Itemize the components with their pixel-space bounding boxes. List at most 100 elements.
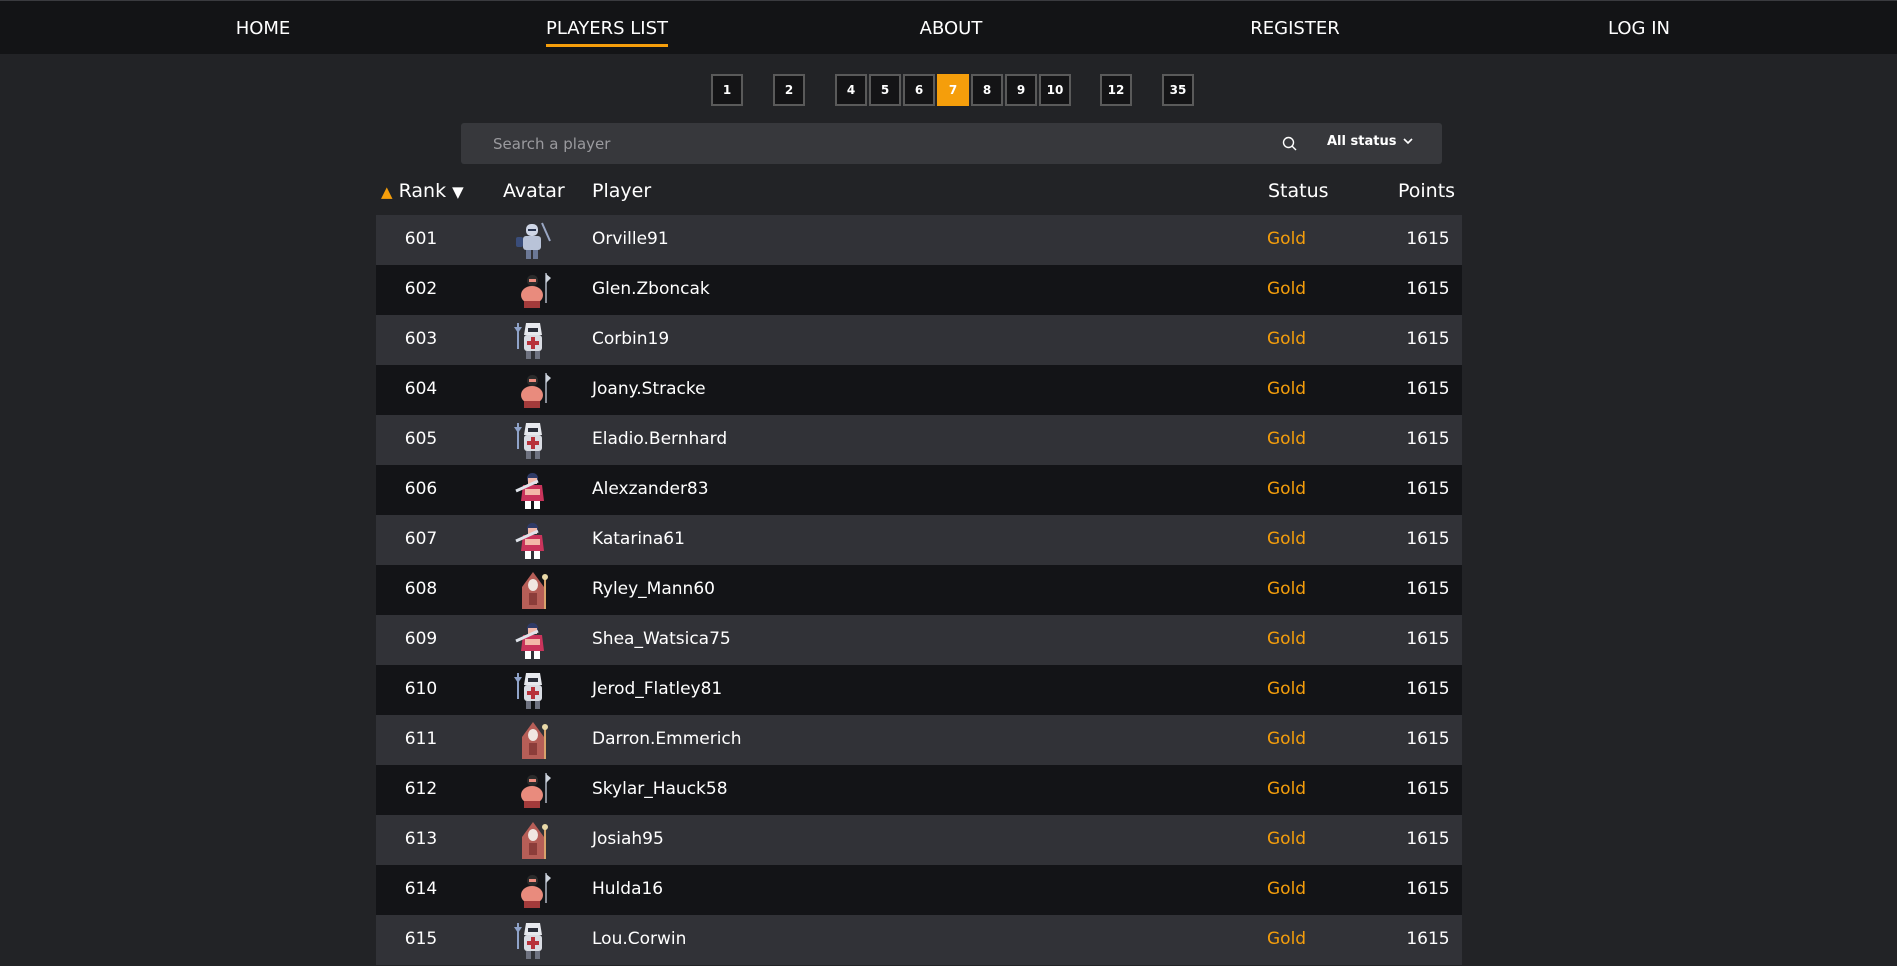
- rank-cell: 608: [404, 579, 438, 599]
- table-row[interactable]: 607 Katarina61 Gold 1615: [376, 515, 1462, 565]
- page-button-10[interactable]: 10: [1039, 74, 1071, 106]
- points-cell: 1615: [1406, 579, 1450, 599]
- page-button-8[interactable]: 8: [971, 74, 1003, 106]
- page-button-4[interactable]: 4: [835, 74, 867, 106]
- nav-about[interactable]: ABOUT: [920, 18, 983, 39]
- player-name[interactable]: Skylar_Hauck58: [592, 779, 728, 799]
- page-button-35[interactable]: 35: [1162, 74, 1194, 106]
- avatar-paladin-icon: [512, 669, 554, 711]
- avatar-header: Avatar: [503, 180, 565, 202]
- points-cell: 1615: [1406, 779, 1450, 799]
- avatar-paladin-icon: [512, 319, 554, 361]
- page-button-9[interactable]: 9: [1005, 74, 1037, 106]
- table-row[interactable]: 609 Shea_Watsica75 Gold 1615: [376, 615, 1462, 665]
- page-button-7-current[interactable]: 7: [937, 74, 969, 106]
- player-name[interactable]: Joany.Stracke: [592, 379, 706, 399]
- rank-cell: 611: [404, 729, 438, 749]
- player-name[interactable]: Josiah95: [592, 829, 664, 849]
- rank-cell: 603: [404, 329, 438, 349]
- top-navbar: HOME PLAYERS LIST ABOUT REGISTER LOG IN: [0, 0, 1897, 54]
- status-filter-label: All status: [1327, 134, 1397, 149]
- table-row[interactable]: 614 Hulda16 Gold 1615: [376, 865, 1462, 915]
- status-badge: Gold: [1267, 779, 1307, 799]
- rank-header-label: Rank: [398, 180, 447, 202]
- status-badge: Gold: [1267, 529, 1307, 549]
- status-filter-dropdown[interactable]: All status: [1327, 134, 1414, 149]
- player-name[interactable]: Darron.Emmerich: [592, 729, 742, 749]
- status-badge: Gold: [1267, 479, 1307, 499]
- player-name[interactable]: Lou.Corwin: [592, 929, 686, 949]
- page-button-2[interactable]: 2: [773, 74, 805, 106]
- points-cell: 1615: [1406, 529, 1450, 549]
- page-button-6[interactable]: 6: [903, 74, 935, 106]
- player-name[interactable]: Glen.Zboncak: [592, 279, 710, 299]
- points-cell: 1615: [1406, 929, 1450, 949]
- table-row[interactable]: 611 Darron.Emmerich Gold 1615: [376, 715, 1462, 765]
- nav-home[interactable]: HOME: [236, 18, 291, 39]
- points-cell: 1615: [1406, 879, 1450, 899]
- rank-cell: 609: [404, 629, 438, 649]
- page-button-5[interactable]: 5: [869, 74, 901, 106]
- status-badge: Gold: [1267, 579, 1307, 599]
- rank-cell: 612: [404, 779, 438, 799]
- points-cell: 1615: [1406, 729, 1450, 749]
- table-row[interactable]: 615 Lou.Corwin Gold 1615: [376, 915, 1462, 965]
- player-name[interactable]: Orville91: [592, 229, 669, 249]
- avatar-swordsman-icon: [512, 469, 554, 511]
- avatar-mage-icon: [512, 569, 554, 611]
- search-input[interactable]: [461, 123, 1261, 164]
- nav-login[interactable]: LOG IN: [1608, 18, 1670, 39]
- table-row[interactable]: 602 Glen.Zboncak Gold 1615: [376, 265, 1462, 315]
- page-button-12[interactable]: 12: [1100, 74, 1132, 106]
- status-badge: Gold: [1267, 679, 1307, 699]
- status-badge: Gold: [1267, 329, 1307, 349]
- rank-header[interactable]: ▲ Rank ▼: [381, 180, 464, 202]
- points-cell: 1615: [1406, 229, 1450, 249]
- search-icon[interactable]: [1281, 135, 1299, 153]
- avatar-knight-icon: [512, 219, 554, 261]
- avatar-barbarian-icon: [512, 369, 554, 411]
- status-badge: Gold: [1267, 229, 1307, 249]
- status-badge: Gold: [1267, 279, 1307, 299]
- player-name[interactable]: Hulda16: [592, 879, 663, 899]
- table-row[interactable]: 608 Ryley_Mann60 Gold 1615: [376, 565, 1462, 615]
- table-row[interactable]: 612 Skylar_Hauck58 Gold 1615: [376, 765, 1462, 815]
- table-row[interactable]: 610 Jerod_Flatley81 Gold 1615: [376, 665, 1462, 715]
- avatar-mage-icon: [512, 819, 554, 861]
- avatar-barbarian-icon: [512, 869, 554, 911]
- nav-players-list[interactable]: PLAYERS LIST: [546, 18, 668, 47]
- avatar-paladin-icon: [512, 419, 554, 461]
- status-badge: Gold: [1267, 879, 1307, 899]
- player-name[interactable]: Jerod_Flatley81: [592, 679, 722, 699]
- table-row[interactable]: 603 Corbin19 Gold 1615: [376, 315, 1462, 365]
- player-name[interactable]: Katarina61: [592, 529, 685, 549]
- table-row[interactable]: 606 Alexzander83 Gold 1615: [376, 465, 1462, 515]
- player-name[interactable]: Ryley_Mann60: [592, 579, 715, 599]
- nav-register[interactable]: REGISTER: [1250, 18, 1339, 39]
- rank-cell: 615: [404, 929, 438, 949]
- points-cell: 1615: [1406, 829, 1450, 849]
- player-name[interactable]: Shea_Watsica75: [592, 629, 731, 649]
- status-badge: Gold: [1267, 379, 1307, 399]
- table-row[interactable]: 605 Eladio.Bernhard Gold 1615: [376, 415, 1462, 465]
- table-row[interactable]: 613 Josiah95 Gold 1615: [376, 815, 1462, 865]
- points-cell: 1615: [1406, 279, 1450, 299]
- sort-ascending-icon[interactable]: ▲: [381, 183, 393, 201]
- avatar-swordsman-icon: [512, 619, 554, 661]
- page-button-1[interactable]: 1: [711, 74, 743, 106]
- player-name[interactable]: Corbin19: [592, 329, 669, 349]
- points-header: Points: [1398, 180, 1456, 202]
- player-name[interactable]: Alexzander83: [592, 479, 709, 499]
- rank-cell: 614: [404, 879, 438, 899]
- rank-cell: 604: [404, 379, 438, 399]
- player-name[interactable]: Eladio.Bernhard: [592, 429, 727, 449]
- pagination: 1 2 4 5 6 7 8 9 10 12 35: [0, 74, 1897, 106]
- sort-descending-icon[interactable]: ▼: [452, 183, 464, 201]
- avatar-mage-icon: [512, 719, 554, 761]
- rank-cell: 606: [404, 479, 438, 499]
- table-row[interactable]: 601 Orville91 Gold 1615: [376, 215, 1462, 265]
- status-badge: Gold: [1267, 929, 1307, 949]
- points-cell: 1615: [1406, 679, 1450, 699]
- table-row[interactable]: 604 Joany.Stracke Gold 1615: [376, 365, 1462, 415]
- player-header: Player: [592, 180, 652, 202]
